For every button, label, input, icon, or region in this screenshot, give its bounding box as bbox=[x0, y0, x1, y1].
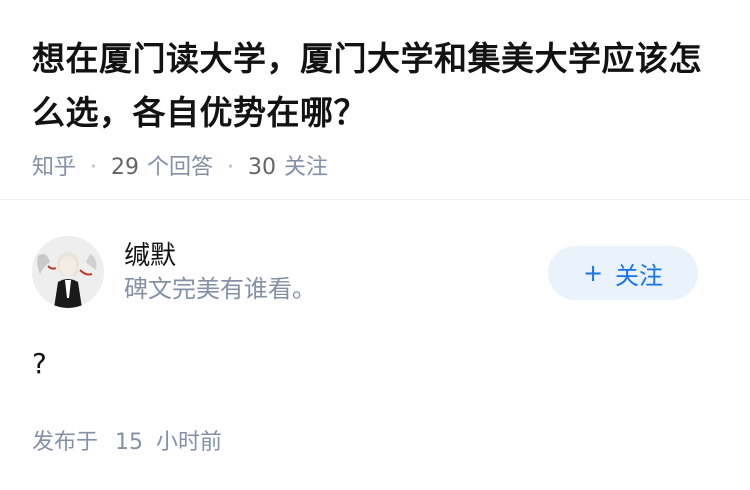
answer-card: 缄默 碑文完美有谁看。 + 关注 ? 发布于 15 小时前 bbox=[0, 200, 750, 458]
follower-count[interactable]: 30 bbox=[248, 153, 276, 183]
author-info: 缄默 碑文完美有谁看。 bbox=[124, 239, 316, 305]
follow-button[interactable]: + 关注 bbox=[548, 246, 698, 300]
answer-page: 想在厦门读大学，厦门大学和集美大学应该怎么选，各自优势在哪？ 知乎 · 29 个… bbox=[0, 0, 750, 490]
publish-time-unit: 小时前 bbox=[156, 430, 223, 455]
meta-separator: · bbox=[227, 155, 235, 180]
publish-label: 发布于 bbox=[32, 430, 99, 455]
author-bio: 碑文完美有谁看。 bbox=[124, 275, 316, 303]
answer-content[interactable]: ? bbox=[32, 344, 718, 384]
avatar[interactable] bbox=[32, 236, 104, 308]
question-title[interactable]: 想在厦门读大学，厦门大学和集美大学应该怎么选，各自优势在哪？ bbox=[32, 32, 718, 140]
question-meta: 知乎 · 29 个回答 · 30 关注 bbox=[32, 153, 718, 183]
plus-icon: + bbox=[582, 259, 604, 287]
answer-count[interactable]: 29 bbox=[111, 153, 139, 183]
question-header: 想在厦门读大学，厦门大学和集美大学应该怎么选，各自优势在哪？ 知乎 · 29 个… bbox=[0, 0, 750, 200]
avatar-icon bbox=[32, 236, 104, 308]
meta-separator: · bbox=[90, 155, 98, 180]
follow-button-label: 关注 bbox=[615, 261, 664, 290]
author-row: 缄默 碑文完美有谁看。 + 关注 bbox=[32, 236, 718, 308]
publish-time: 发布于 15 小时前 bbox=[32, 428, 718, 458]
source-label[interactable]: 知乎 bbox=[32, 153, 76, 183]
answer-count-label[interactable]: 个回答 bbox=[147, 153, 213, 183]
author-name[interactable]: 缄默 bbox=[124, 239, 316, 273]
follower-count-label[interactable]: 关注 bbox=[284, 153, 328, 183]
publish-time-value: 15 bbox=[115, 430, 144, 455]
